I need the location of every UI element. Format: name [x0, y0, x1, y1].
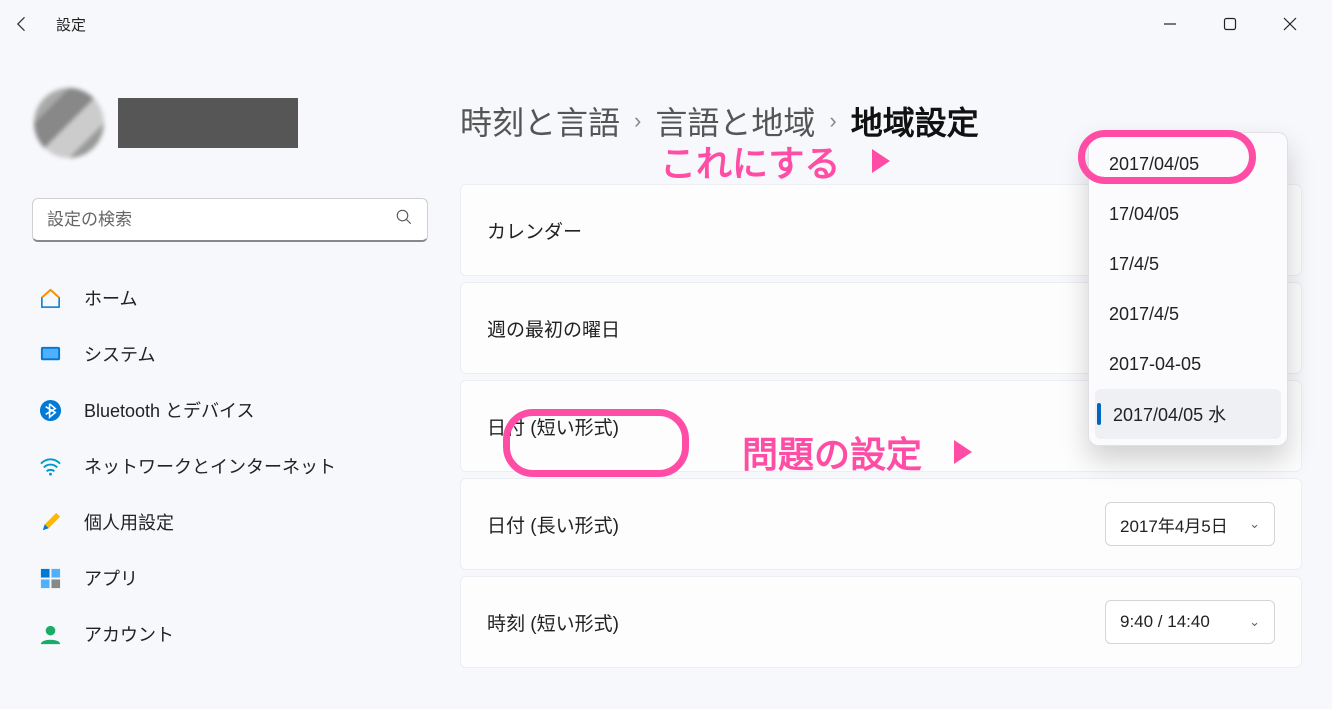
- avatar: [34, 88, 104, 158]
- sidebar-item-label: アプリ: [84, 565, 138, 591]
- paintbrush-icon: [38, 510, 62, 534]
- sidebar-item-label: ホーム: [84, 285, 137, 311]
- long-date-combo[interactable]: 2017年4月5日 ⌄: [1105, 502, 1275, 546]
- bluetooth-icon: [38, 398, 62, 422]
- row-long-date[interactable]: 日付 (長い形式) 2017年4月5日 ⌄: [460, 478, 1302, 570]
- option-label: 2017-04-05: [1109, 354, 1201, 375]
- sidebar-item-label: アカウント: [84, 621, 174, 647]
- home-icon: [38, 286, 62, 310]
- window-title: 設定: [56, 14, 86, 35]
- chevron-down-icon: ⌄: [1249, 516, 1260, 532]
- dropdown-option[interactable]: 2017/04/05: [1095, 139, 1281, 189]
- chevron-right-icon: ›: [829, 108, 836, 134]
- titlebar: 設定: [0, 0, 1332, 48]
- user-name-redacted: [118, 98, 298, 148]
- sidebar-item-network[interactable]: ネットワークとインターネット: [24, 440, 436, 492]
- sidebar-item-account[interactable]: アカウント: [24, 608, 436, 660]
- apps-icon: [38, 566, 62, 590]
- sidebar-item-label: システム: [84, 341, 155, 367]
- option-label: 17/4/5: [1109, 254, 1159, 275]
- row-label: 日付 (短い形式): [487, 413, 619, 440]
- chevron-down-icon: ⌄: [1249, 614, 1260, 630]
- system-icon: [38, 342, 62, 366]
- option-label: 17/04/05: [1109, 204, 1179, 225]
- sidebar-item-bluetooth[interactable]: Bluetooth とデバイス: [24, 384, 436, 436]
- sidebar-item-label: ネットワークとインターネット: [84, 453, 336, 479]
- search-icon: [395, 208, 413, 231]
- dropdown-option[interactable]: 2017/4/5: [1095, 289, 1281, 339]
- annotation-choose: これにする: [660, 135, 892, 187]
- row-short-time[interactable]: 時刻 (短い形式) 9:40 / 14:40 ⌄: [460, 576, 1302, 668]
- titlebar-left: 設定: [12, 14, 86, 35]
- sidebar: ホーム システム Bluetooth とデバイス ネットワークとインターネット: [0, 48, 460, 709]
- search-box[interactable]: [32, 198, 428, 242]
- sidebar-item-apps[interactable]: アプリ: [24, 552, 436, 604]
- row-label: カレンダー: [487, 217, 582, 244]
- arrow-right-icon: [934, 438, 974, 466]
- option-label: 2017/04/05 水: [1113, 401, 1226, 427]
- breadcrumb-time-language[interactable]: 時刻と言語: [460, 98, 620, 144]
- sidebar-item-label: 個人用設定: [84, 509, 174, 535]
- option-label: 2017/4/5: [1109, 304, 1179, 325]
- close-button[interactable]: [1260, 0, 1320, 48]
- sidebar-nav: ホーム システム Bluetooth とデバイス ネットワークとインターネット: [24, 272, 436, 660]
- back-button[interactable]: [12, 14, 32, 34]
- combo-value: 2017年4月5日: [1120, 512, 1228, 537]
- arrow-right-icon: [852, 147, 892, 175]
- dropdown-option[interactable]: 17/4/5: [1095, 239, 1281, 289]
- profile-block[interactable]: [24, 48, 436, 178]
- dropdown-option[interactable]: 17/04/05: [1095, 189, 1281, 239]
- sidebar-item-system[interactable]: システム: [24, 328, 436, 380]
- short-time-combo[interactable]: 9:40 / 14:40 ⌄: [1105, 600, 1275, 644]
- row-label: 日付 (長い形式): [487, 511, 619, 538]
- wifi-icon: [38, 454, 62, 478]
- account-icon: [38, 622, 62, 646]
- row-label: 時刻 (短い形式): [487, 609, 619, 636]
- search-input[interactable]: [47, 210, 395, 230]
- sidebar-item-home[interactable]: ホーム: [24, 272, 436, 324]
- minimize-button[interactable]: [1140, 0, 1200, 48]
- option-label: 2017/04/05: [1109, 154, 1199, 175]
- chevron-right-icon: ›: [634, 108, 641, 134]
- maximize-button[interactable]: [1200, 0, 1260, 48]
- short-date-dropdown[interactable]: 2017/04/05 17/04/05 17/4/5 2017/4/5 2017…: [1088, 132, 1288, 446]
- window-controls: [1140, 0, 1320, 48]
- combo-value: 9:40 / 14:40: [1120, 612, 1210, 632]
- dropdown-option[interactable]: 2017-04-05: [1095, 339, 1281, 389]
- dropdown-option-selected[interactable]: 2017/04/05 水: [1095, 389, 1281, 439]
- annotation-problem: 問題の設定: [742, 426, 974, 478]
- sidebar-item-personalization[interactable]: 個人用設定: [24, 496, 436, 548]
- row-label: 週の最初の曜日: [487, 315, 620, 342]
- sidebar-item-label: Bluetooth とデバイス: [84, 397, 255, 423]
